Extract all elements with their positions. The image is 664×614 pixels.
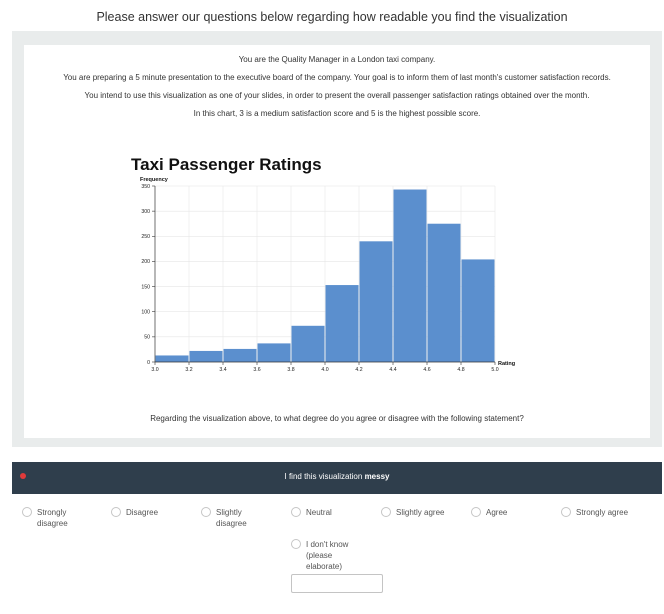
histogram-bar [393,189,427,362]
option-label-line: elaborate) [306,562,343,571]
y-axis-label: Frequency [140,177,169,183]
radio-agree[interactable] [471,507,481,517]
radio-slightly-agree[interactable] [381,507,391,517]
radio-strongly-disagree[interactable] [22,507,32,517]
option-slightly-disagree[interactable]: Slightly disagree [201,507,247,529]
chart-title: Taxi Passenger Ratings [131,155,322,174]
option-dont-know[interactable]: I don't know (please elaborate) [291,539,348,572]
radio-dont-know[interactable] [291,539,301,549]
ratings-histogram: Taxi Passenger Ratings Frequency 0 50 100 1… [131,155,515,373]
histogram-bar [189,350,223,362]
option-label: Slightly agree [396,507,444,518]
option-label-line: disagree [216,519,247,528]
statement-bar: I find this visualization messy [12,462,662,494]
radio-disagree[interactable] [111,507,121,517]
y-tick-label: 200 [141,259,150,265]
x-tick-label: 3.8 [287,367,294,373]
radio-neutral[interactable] [291,507,301,517]
option-label-line: Slightly [216,508,242,517]
y-tick-label: 100 [141,310,150,316]
statement-text: I find this visualization messy [12,472,662,481]
y-tick-label: 350 [141,184,150,190]
x-tick-label: 3.6 [253,367,260,373]
option-label-line: I don't know [306,540,349,549]
option-label: Agree [486,507,507,518]
option-label: Disagree [126,507,158,518]
x-tick-label: 5.0 [491,367,498,373]
option-slightly-agree[interactable]: Slightly agree [381,507,444,518]
x-tick-label: 3.2 [185,367,192,373]
histogram-bar [461,259,495,362]
y-tick-label: 50 [144,335,150,341]
option-label-line: Strongly agree [576,508,629,517]
option-label: Strongly disagree [37,507,68,529]
option-label-line: Disagree [126,508,159,517]
option-label: Slightly disagree [216,507,247,529]
question-text: Regarding the visualization above, to wh… [150,414,524,423]
option-label: Neutral [306,507,332,518]
page-heading: Please answer our questions below regard… [96,10,568,24]
x-axis-ticks: 3.0 3.2 3.4 3.6 3.8 4.0 4.2 4.4 4.6 4.8 5.0 [151,362,499,373]
option-label-line: disagree [37,519,68,528]
histogram-bar [325,285,359,362]
option-strongly-agree[interactable]: Strongly agree [561,507,628,518]
option-label-line: Strongly [37,508,67,517]
x-tick-label: 4.2 [355,367,362,373]
histogram-bar [427,223,461,362]
intro-line-goal: You are preparing a 5 minute presentatio… [63,73,611,82]
y-tick-label: 300 [141,209,150,215]
x-tick-label: 3.0 [151,367,158,373]
x-axis-label: Rating [498,361,515,367]
x-tick-label: 4.0 [321,367,328,373]
option-label-line: Agree [486,508,508,517]
x-tick-label: 4.6 [423,367,430,373]
radio-slightly-disagree[interactable] [201,507,211,517]
radio-strongly-agree[interactable] [561,507,571,517]
histogram-bar [359,241,393,362]
y-tick-label: 250 [141,234,150,240]
histogram-bar [291,325,325,362]
option-disagree[interactable]: Disagree [111,507,158,518]
y-tick-label: 0 [147,360,150,366]
option-label: I don't know (please elaborate) [306,539,348,572]
x-tick-label: 4.8 [457,367,464,373]
elaborate-input[interactable] [291,574,383,593]
histogram-bar [257,343,291,362]
option-label-line: Neutral [306,508,332,517]
option-agree[interactable]: Agree [471,507,507,518]
x-tick-label: 3.4 [219,367,226,373]
intro-line-role: You are the Quality Manager in a London … [238,55,436,64]
intro-line-purpose: You intend to use this visualization as … [84,91,590,100]
option-neutral[interactable]: Neutral [291,507,332,518]
option-label-line: Slightly agree [396,508,445,517]
y-tick-label: 150 [141,284,150,290]
option-strongly-disagree[interactable]: Strongly disagree [22,507,68,529]
statement-emphasis: messy [364,472,390,481]
statement-prefix: I find this visualization [284,472,365,481]
x-tick-label: 4.4 [389,367,396,373]
option-label-line: (please [306,551,333,560]
y-axis-ticks: 0 50 100 150 200 250 300 350 [141,184,155,366]
option-label: Strongly agree [576,507,628,518]
intro-line-scale: In this chart, 3 is a medium satisfactio… [193,109,481,118]
histogram-bar [155,355,189,362]
histogram-bar [223,348,257,362]
